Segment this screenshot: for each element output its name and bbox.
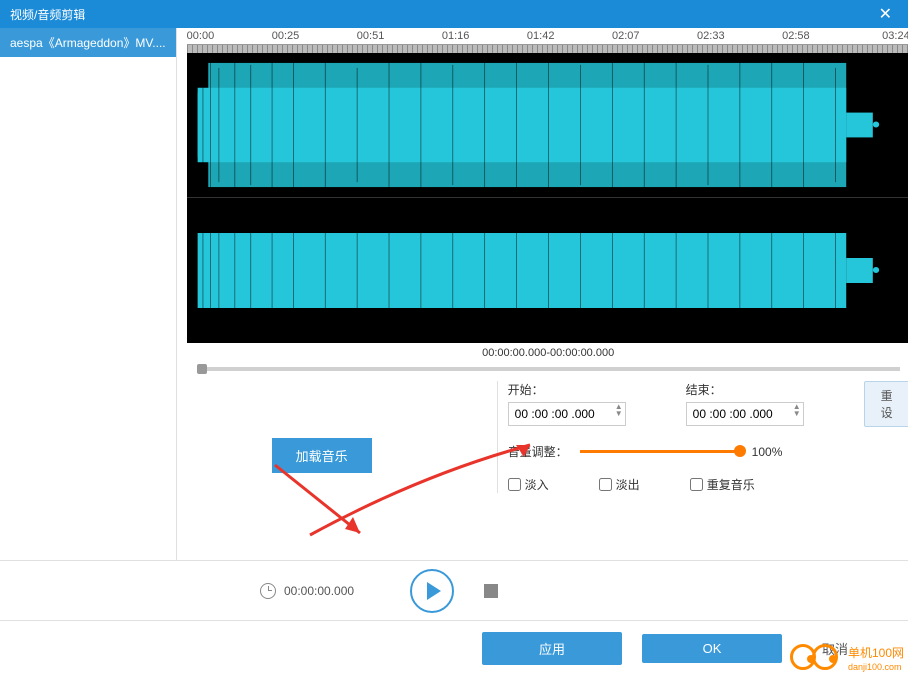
timeline-tick: 00:00 (187, 30, 272, 42)
volume-thumb[interactable] (734, 445, 746, 457)
end-time-input[interactable]: 00 :00 :00 .000 (686, 402, 804, 426)
player-bar: 00:00:00.000 (0, 560, 908, 620)
timeline-tick: 02:58 (782, 30, 867, 42)
volume-slider[interactable] (580, 450, 740, 453)
timeline-tick: 01:42 (527, 30, 612, 42)
watermark-text: 单机100网 (848, 646, 904, 660)
spinner-down-icon[interactable]: ▼ (614, 411, 624, 417)
clock-icon (260, 583, 276, 599)
progress-thumb[interactable] (197, 364, 207, 374)
main-panel: 00:00 00:25 00:51 01:16 01:42 02:07 02:3… (177, 28, 908, 560)
reset-button[interactable]: 重设 (864, 381, 908, 427)
waveform-area: 00:00 00:25 00:51 01:16 01:42 02:07 02:3… (177, 28, 908, 371)
titlebar: 视频/音频剪辑 ✕ (0, 0, 908, 28)
start-time-input[interactable]: 00 :00 :00 .000 (508, 402, 626, 426)
volume-label: 音量调整： (508, 443, 568, 460)
end-spinner[interactable]: ▲▼ (792, 404, 802, 417)
timeline-ruler: 00:00 00:25 00:51 01:16 01:42 02:07 02:3… (187, 28, 908, 45)
playback-time-value: 00:00:00.000 (284, 584, 354, 598)
start-label: 开始： (508, 381, 626, 398)
start-spinner[interactable]: ▲▼ (614, 404, 624, 417)
fadeout-input[interactable] (599, 478, 612, 491)
window-title: 视频/音频剪辑 (10, 6, 85, 23)
timeline-tick: 00:51 (357, 30, 442, 42)
left-controls: 加载音乐 (187, 381, 457, 493)
timeline-tick: 03:24 (867, 30, 908, 42)
content-area: aespa《Armageddon》MV.... 00:00 00:25 00:5… (0, 28, 908, 560)
repeat-label: 重复音乐 (707, 476, 755, 493)
spinner-down-icon[interactable]: ▼ (792, 411, 802, 417)
volume-value: 100% (752, 445, 783, 459)
fadeout-checkbox[interactable]: 淡出 (599, 476, 640, 493)
play-button[interactable] (410, 569, 454, 613)
timeline-tick: 02:07 (612, 30, 697, 42)
watermark: 单机100网 danji100.com (790, 644, 904, 672)
progress-slider[interactable] (197, 367, 900, 371)
right-controls: 开始： 00 :00 :00 .000 ▲▼ 结束： 00 :00 :00 .0… (497, 381, 908, 493)
fadein-input[interactable] (508, 478, 521, 491)
playback-time: 00:00:00.000 (260, 583, 354, 599)
repeat-input[interactable] (690, 478, 703, 491)
footer: 应用 OK 取消 (0, 620, 908, 676)
time-range-label: 00:00:00.000-00:00:00.000 (187, 343, 908, 367)
waveform-display[interactable] (187, 53, 908, 343)
timeline-tick: 01:16 (442, 30, 527, 42)
ok-button[interactable]: OK (642, 634, 782, 663)
sidebar: aespa《Armageddon》MV.... (0, 28, 177, 560)
watermark-sub: danji100.com (848, 662, 904, 672)
fadeout-label: 淡出 (616, 476, 640, 493)
file-list-item[interactable]: aespa《Armageddon》MV.... (0, 28, 176, 57)
play-icon (427, 582, 441, 600)
timeline-tick: 00:25 (272, 30, 357, 42)
load-music-button[interactable]: 加载音乐 (272, 438, 372, 473)
ruler-ticks (187, 45, 908, 53)
stop-button[interactable] (484, 584, 498, 598)
apply-button[interactable]: 应用 (482, 632, 622, 665)
timeline-tick: 02:33 (697, 30, 782, 42)
controls-row: 加载音乐 开始： 00 :00 :00 .000 ▲▼ 结束： 00 :00 (177, 371, 908, 493)
repeat-checkbox[interactable]: 重复音乐 (690, 476, 755, 493)
fadein-checkbox[interactable]: 淡入 (508, 476, 549, 493)
fadein-label: 淡入 (525, 476, 549, 493)
end-label: 结束： (686, 381, 804, 398)
close-icon[interactable]: ✕ (871, 2, 900, 26)
